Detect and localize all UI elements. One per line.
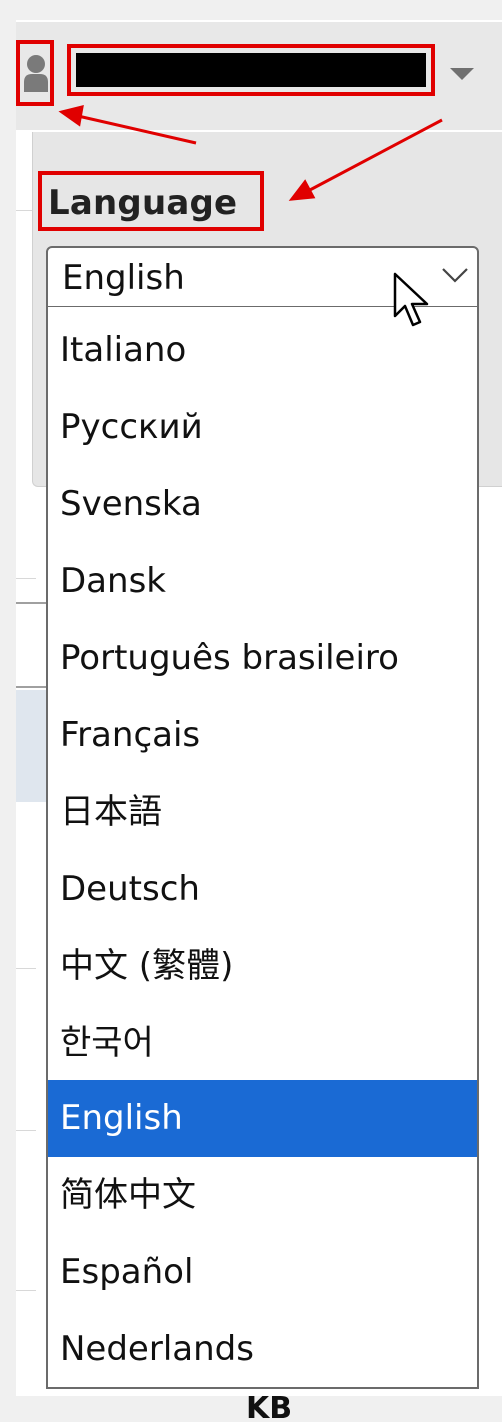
language-option[interactable]: Português brasileiro <box>48 620 477 697</box>
chevron-down-icon <box>442 268 468 283</box>
language-option[interactable]: Dansk <box>48 543 477 620</box>
divider <box>16 602 48 604</box>
highlighted-row-fragment <box>16 690 48 802</box>
language-option[interactable]: Deutsch <box>48 851 477 928</box>
mouse-cursor-icon <box>393 272 429 327</box>
language-dropdown-list: Italiano Русский Svenska Dansk Português… <box>46 307 479 1389</box>
language-option[interactable]: 한국어 <box>48 1005 477 1082</box>
divider <box>16 968 36 969</box>
arrow-to-avatar <box>58 104 197 145</box>
language-option[interactable]: Svenska <box>48 466 477 543</box>
annotation-arrows <box>58 104 443 201</box>
background-text-fragment: KB <box>246 1396 293 1422</box>
divider <box>16 686 48 688</box>
divider <box>16 1130 36 1131</box>
arrow-to-language <box>288 118 443 201</box>
language-option[interactable]: 简体中文 <box>48 1157 477 1234</box>
language-option[interactable]: Русский <box>48 389 477 466</box>
language-select-value: English <box>62 258 185 298</box>
language-option[interactable]: Français <box>48 697 477 774</box>
language-option[interactable]: Español <box>48 1234 477 1311</box>
language-option[interactable]: 日本語 <box>48 774 477 851</box>
divider <box>16 1290 36 1291</box>
language-option[interactable]: Nederlands <box>48 1311 477 1387</box>
divider <box>16 578 36 579</box>
language-option[interactable]: 中文 (繁體) <box>48 928 477 1005</box>
language-option-selected[interactable]: English <box>48 1080 477 1157</box>
